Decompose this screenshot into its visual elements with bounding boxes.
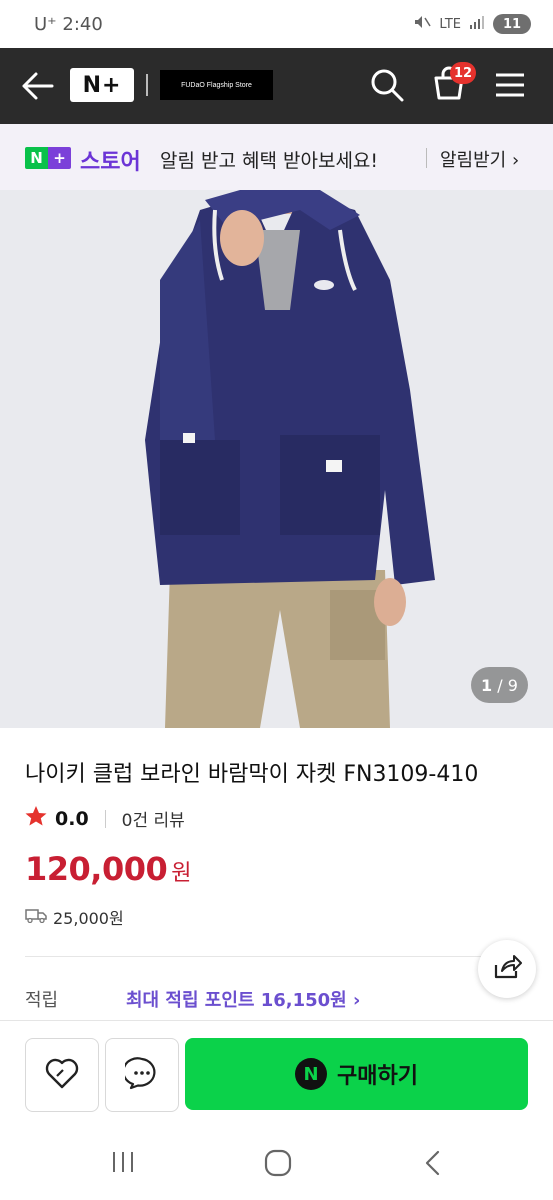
status-bar: U⁺ 2:40 LTE 11 xyxy=(0,0,553,48)
promo-message: 알림 받고 혜택 받아보세요! xyxy=(160,150,379,172)
shipping-fee: 25,000원 xyxy=(53,909,124,928)
chat-button[interactable] xyxy=(105,1038,179,1112)
points-link[interactable]: 최대 적립 포인트 16,150원 › xyxy=(126,986,360,1012)
buy-button[interactable]: N 구매하기 xyxy=(185,1038,528,1110)
store-mini-plus: + xyxy=(48,147,71,169)
price-value: 120,000 xyxy=(25,850,168,888)
back-nav-icon[interactable] xyxy=(420,1148,446,1182)
promo-divider xyxy=(426,148,427,168)
rating-score: 0.0 xyxy=(55,807,89,830)
logo-divider xyxy=(146,74,148,96)
search-icon[interactable] xyxy=(368,66,406,104)
system-navigation-bar xyxy=(0,1128,553,1200)
back-arrow-icon[interactable] xyxy=(20,70,54,102)
network-label: LTE xyxy=(439,16,461,32)
product-image[interactable] xyxy=(0,190,553,728)
store-mini-n: N xyxy=(25,147,48,169)
home-icon[interactable] xyxy=(263,1148,293,1182)
notification-button[interactable]: 알림받기 › xyxy=(440,146,519,172)
truck-icon xyxy=(25,907,47,927)
rating-row: 0.0 0건 리뷰 xyxy=(25,805,185,832)
chat-icon xyxy=(122,1056,159,1094)
product-title: 나이키 클럽 보라인 바람막이 자켓 FN3109-410 xyxy=(25,762,479,787)
product-price: 120,000 원 xyxy=(25,850,191,888)
nplus-logo[interactable]: N+ xyxy=(70,68,134,102)
mute-icon xyxy=(413,14,432,34)
naver-pay-icon: N xyxy=(295,1058,328,1090)
carrier-time: U⁺ 2:40 xyxy=(34,14,103,35)
store-logo[interactable]: FUDaO Flagship Store xyxy=(160,70,273,100)
shipping-row: 25,000원 xyxy=(25,905,124,929)
review-count[interactable]: 0건 리뷰 xyxy=(122,806,185,831)
battery-indicator: 11 xyxy=(493,14,531,34)
promo-brand: 스토어 xyxy=(80,150,141,175)
price-currency: 원 xyxy=(171,861,191,886)
image-page-indicator: 1 / 9 xyxy=(471,667,528,703)
share-button[interactable] xyxy=(478,940,536,998)
cart-count-badge: 12 xyxy=(450,62,476,84)
indicator-current: 1 xyxy=(481,675,493,695)
buy-label: 구매하기 xyxy=(337,1064,418,1089)
star-icon xyxy=(25,805,47,832)
heart-icon xyxy=(44,1056,80,1094)
indicator-total: / 9 xyxy=(497,675,518,695)
points-label: 적립 xyxy=(25,990,59,1011)
menu-icon[interactable] xyxy=(494,70,526,100)
store-mini-logo: N + xyxy=(25,147,71,169)
divider xyxy=(25,956,530,957)
rating-divider xyxy=(104,809,106,828)
share-icon xyxy=(492,953,522,985)
recent-apps-icon[interactable] xyxy=(110,1148,138,1180)
status-icons: LTE 11 xyxy=(413,14,531,34)
signal-icon xyxy=(469,15,485,33)
wishlist-button[interactable] xyxy=(25,1038,99,1112)
